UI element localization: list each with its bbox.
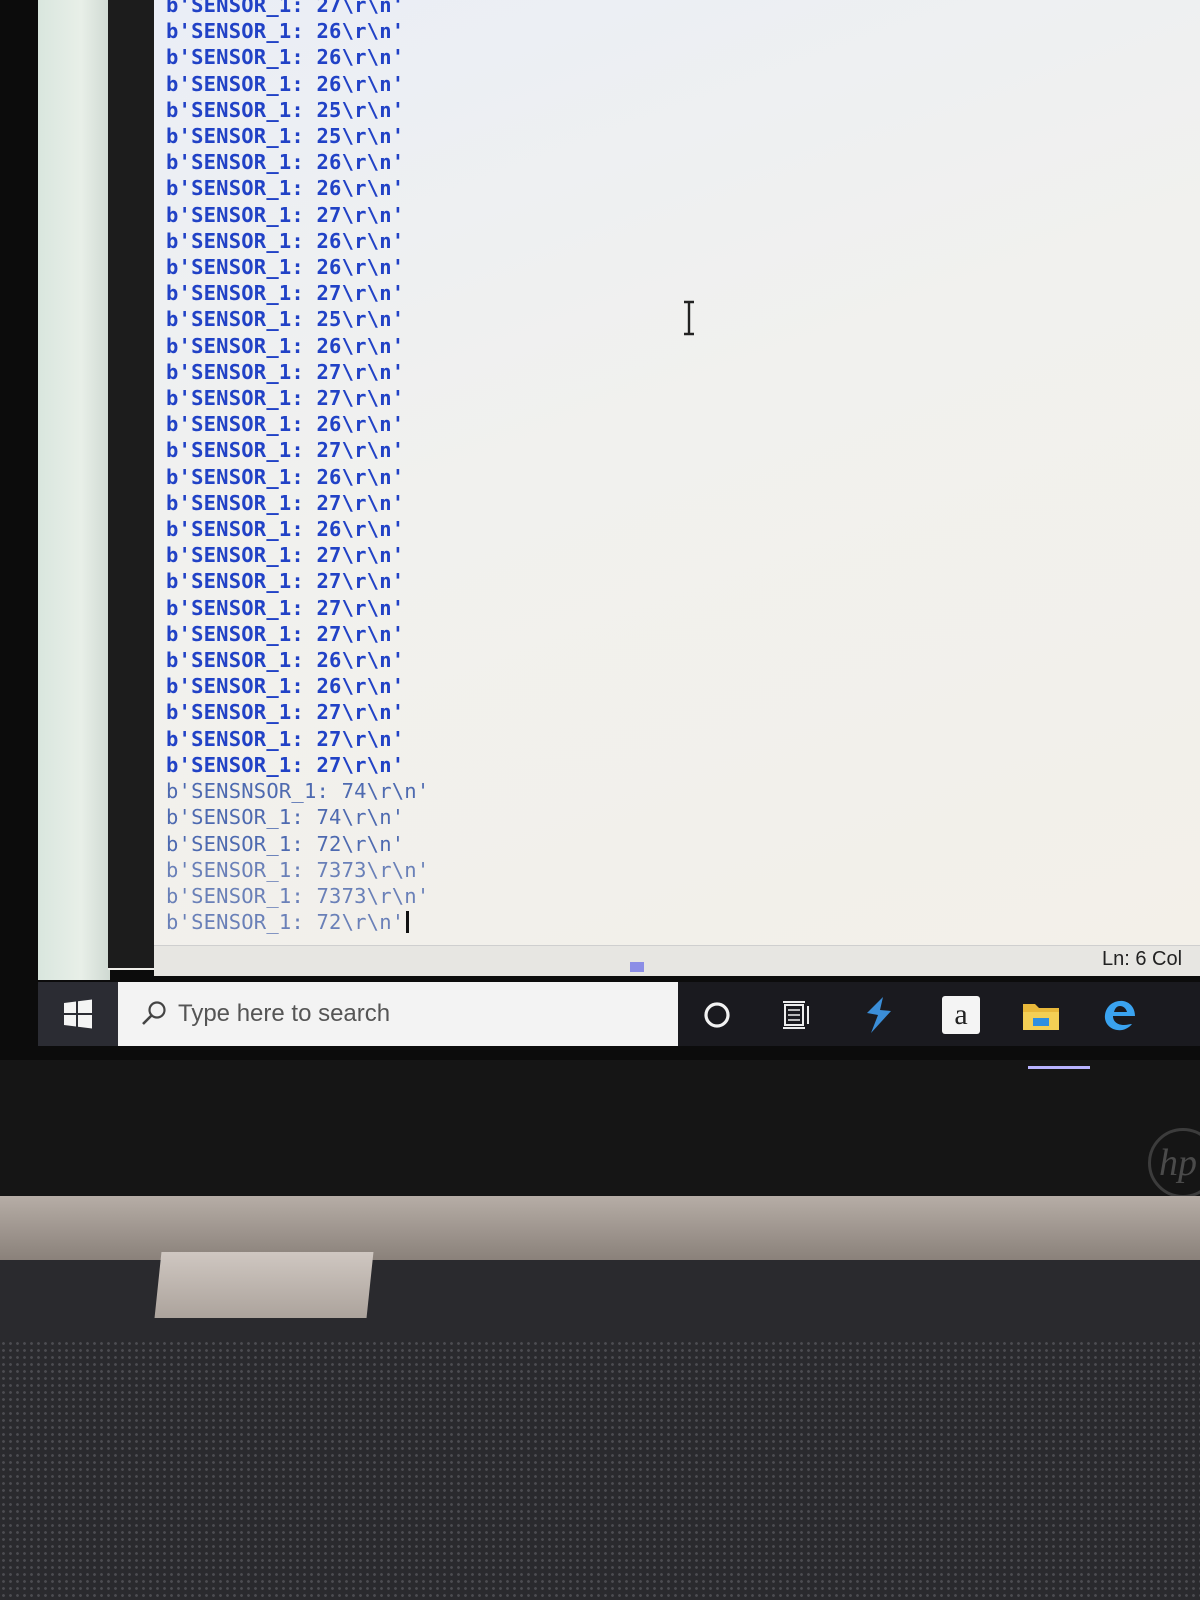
active-app-indicator <box>1028 1066 1090 1069</box>
taskbar-search-box[interactable]: Type here to search <box>118 982 678 1046</box>
output-line: b'SENSOR_1: 25\r\n' <box>166 97 405 122</box>
output-line: b'SENSOR_1: 26\r\n' <box>166 19 405 44</box>
amazon-letter: a <box>954 998 968 1031</box>
output-line: b'SENSOR_1: 26\r\n' <box>166 71 405 96</box>
edge-icon <box>1104 1000 1135 1031</box>
search-placeholder: Type here to search <box>178 1000 391 1027</box>
windows-start-icon <box>64 999 92 1029</box>
output-line: b'SENSOR_1: 27\r\n' <box>166 543 405 568</box>
output-line: b'SENSOR_1: 72\r\n' <box>166 831 405 856</box>
output-line: b'SENSOR_1: 25\r\n' <box>166 124 405 149</box>
taskbar-pinned-apps: a <box>690 988 1200 1044</box>
bolt-app-button[interactable] <box>852 988 906 1042</box>
output-line: b'SENSOR_1: 25\r\n' <box>166 307 405 332</box>
line-number-gutter <box>108 0 154 968</box>
output-line: b'SENSOR_1: 26\r\n' <box>166 517 405 542</box>
serial-output-text[interactable]: b'SENSOR_1: 27\r\n' b'SENSOR_1: 26\r\n' b'… <box>166 0 429 935</box>
text-cursor-icon <box>684 300 694 336</box>
output-line: b'SENSOR_1: 26\r\n' <box>166 674 405 699</box>
output-line: b'SENSOR_1: 27\r\n' <box>166 569 405 594</box>
laptop-hinge <box>0 1196 1200 1260</box>
output-line: b'SENSOR_1: 27\r\n' <box>166 386 405 411</box>
output-line: b'SENSOR_1: 7373\r\n' <box>166 883 430 908</box>
output-line: b'SENSOR_1: 27\r\n' <box>166 726 405 751</box>
hp-logo-text: hp <box>1159 1142 1197 1184</box>
output-line: b'SENSOR_1: 27\r\n' <box>166 202 405 227</box>
scrollbar-thumb[interactable] <box>630 962 644 972</box>
output-line: b'SENSOR_1: 26\r\n' <box>166 648 405 673</box>
laptop-screen: b'SENSOR_1: 27\r\n' b'SENSOR_1: 26\r\n' b'… <box>0 0 1200 1069</box>
hp-logo: hp <box>1148 1128 1200 1198</box>
output-line: b'SENSOR_1: 26\r\n' <box>166 412 405 437</box>
output-line: b'SENSOR_1: 26\r\n' <box>166 176 405 201</box>
file-explorer-icon <box>1023 1004 1059 1030</box>
hinge-tab <box>154 1252 374 1318</box>
status-bar: Ln: 6 Col <box>154 945 1200 976</box>
file-explorer-button[interactable] <box>1014 988 1068 1042</box>
cursor-position: Ln: 6 Col <box>1102 948 1183 970</box>
output-line: b'SENSOR_1: 26\r\n' <box>166 45 405 70</box>
search-icon <box>142 1001 166 1025</box>
amazon-button[interactable]: a <box>934 988 988 1042</box>
output-line: b'SENSOR_1: 27\r\n' <box>166 281 405 306</box>
output-line: b'SENSOR_1: 26\r\n' <box>166 255 405 280</box>
output-line: b'SENSOR_1: 27\r\n' <box>166 490 405 515</box>
bolt-app-icon <box>867 997 891 1033</box>
task-view-icon <box>783 1001 809 1029</box>
output-line: b'SENSNSOR_1: 74\r\n' <box>166 779 430 804</box>
desktop-background <box>38 0 110 980</box>
output-line: b'SENSOR_1: 27\r\n' <box>166 752 405 777</box>
edge-button[interactable] <box>1092 988 1146 1042</box>
output-line: b'SENSOR_1: 26\r\n' <box>166 464 405 489</box>
output-line: b'SENSOR_1: 27\r\n' <box>166 621 405 646</box>
output-line: b'SENSOR_1: 26\r\n' <box>166 333 405 358</box>
output-line: b'SENSOR_1: 26\r\n' <box>166 228 405 253</box>
output-line: b'SENSOR_1: 72\r\n' <box>166 909 429 935</box>
output-line: b'SENSOR_1: 27\r\n' <box>166 595 405 620</box>
output-line: b'SENSOR_1: 27\r\n' <box>166 438 405 463</box>
output-line: b'SENSOR_1: 27\r\n' <box>166 700 405 725</box>
start-button[interactable] <box>38 982 118 1046</box>
output-line: b'SENSOR_1: 27\r\n' <box>166 0 405 17</box>
serial-output-pane[interactable]: b'SENSOR_1: 27\r\n' b'SENSOR_1: 26\r\n' b'… <box>154 0 1200 945</box>
output-line: b'SENSOR_1: 26\r\n' <box>166 150 405 175</box>
output-line: b'SENSOR_1: 74\r\n' <box>166 805 405 830</box>
output-line: b'SENSOR_1: 7373\r\n' <box>166 857 430 882</box>
cortana-button[interactable] <box>690 988 744 1042</box>
amazon-icon: a <box>942 996 980 1034</box>
task-view-button[interactable] <box>770 988 824 1042</box>
text-caret <box>406 911 410 934</box>
cortana-circle-icon <box>704 1002 730 1028</box>
output-line: b'SENSOR_1: 27\r\n' <box>166 359 405 384</box>
speaker-grille <box>0 1340 1200 1600</box>
